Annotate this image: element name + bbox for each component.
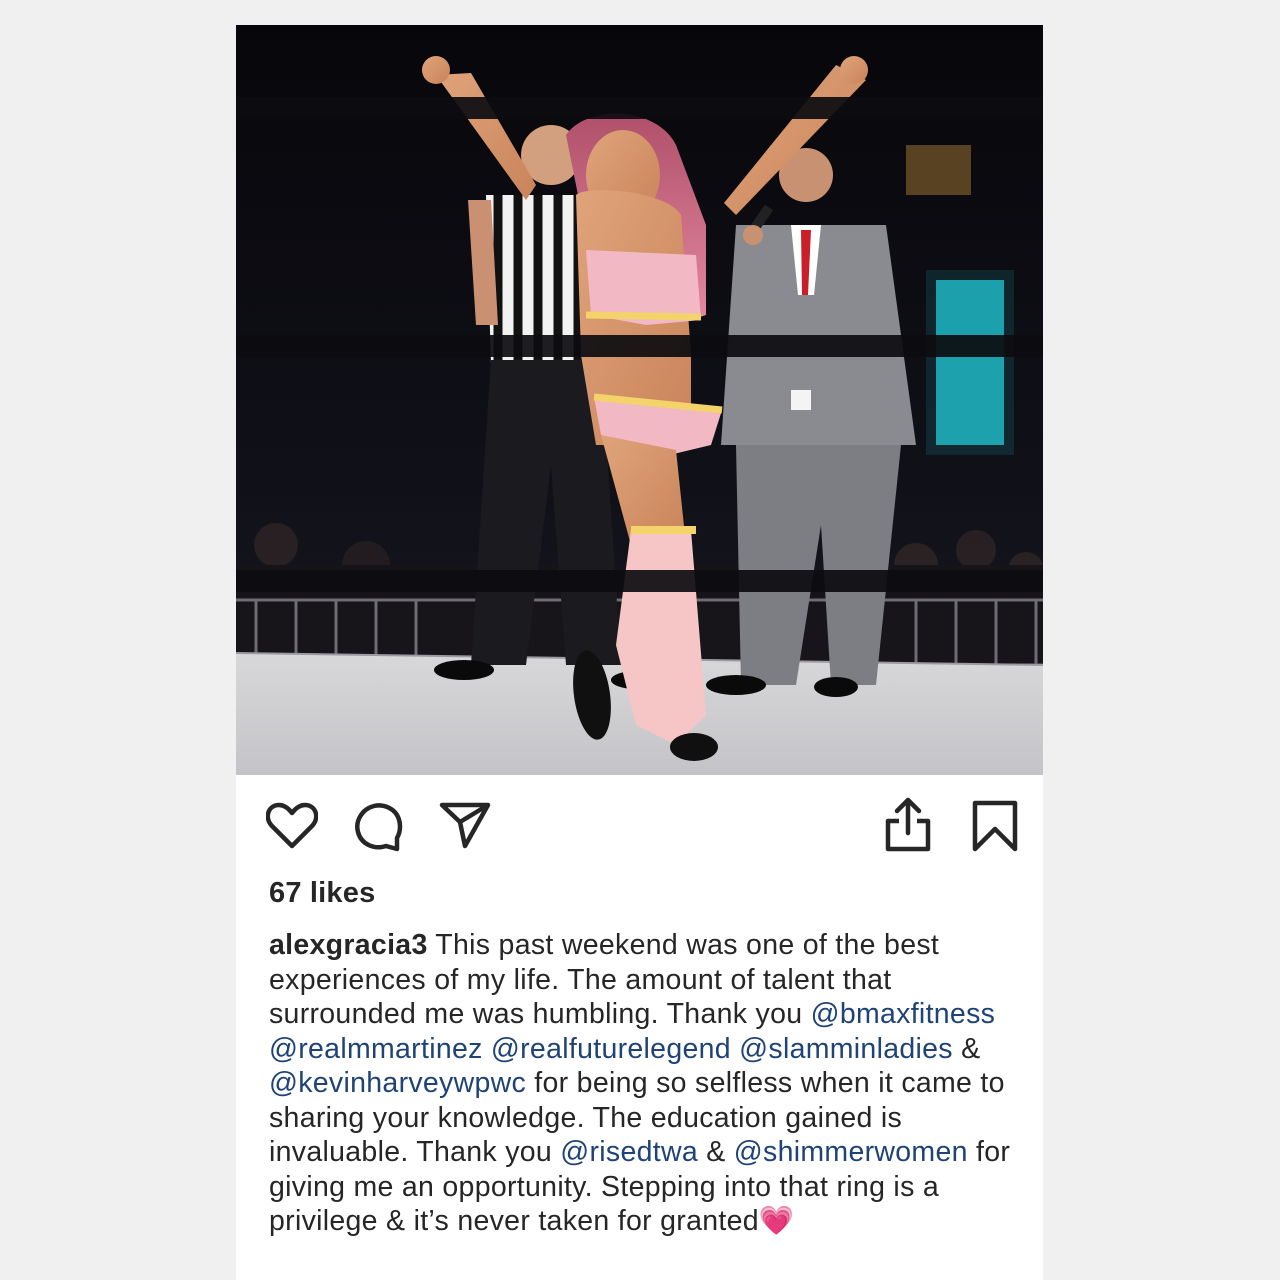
mention-link[interactable]: @bmaxfitness <box>811 998 996 1030</box>
post-actions-bar <box>236 775 1043 885</box>
mention-link[interactable]: @shimmerwomen <box>734 1136 968 1168</box>
heart-icon <box>266 802 318 849</box>
mention-link[interactable]: @realfuturelegend <box>491 1033 731 1065</box>
mention-link[interactable]: @risedtwa <box>560 1136 698 1168</box>
caption-separator: & <box>698 1136 734 1168</box>
likes-count[interactable]: 67 likes <box>269 877 375 910</box>
post-photo[interactable] <box>236 25 1043 775</box>
caption-separator <box>731 1033 739 1065</box>
mention-link[interactable]: @slamminladies <box>739 1033 953 1065</box>
comment-button[interactable] <box>353 802 403 852</box>
share-up-icon <box>885 797 931 852</box>
caption-separator: & <box>952 1032 981 1065</box>
caption-separator <box>483 1033 491 1065</box>
like-button[interactable] <box>266 802 318 850</box>
post-caption: alexgracia3 This past weekend was one of… <box>269 928 1029 1239</box>
save-button[interactable] <box>971 799 1019 853</box>
wrestling-ring-photo <box>236 25 1043 775</box>
mention-link[interactable]: @kevinharveywpwc <box>269 1067 526 1099</box>
caption-username[interactable]: alexgracia3 <box>269 929 428 961</box>
comment-icon <box>355 803 403 852</box>
instagram-post: 67 likes alexgracia3 This past weekend w… <box>236 25 1043 1280</box>
upload-button[interactable] <box>884 797 932 853</box>
paper-plane-icon <box>439 802 491 849</box>
bookmark-icon <box>972 800 1018 852</box>
mention-link[interactable]: @realmmartinez <box>269 1033 483 1065</box>
heart-emoji-icon: 💗 <box>758 1205 795 1237</box>
share-button[interactable] <box>439 801 491 849</box>
